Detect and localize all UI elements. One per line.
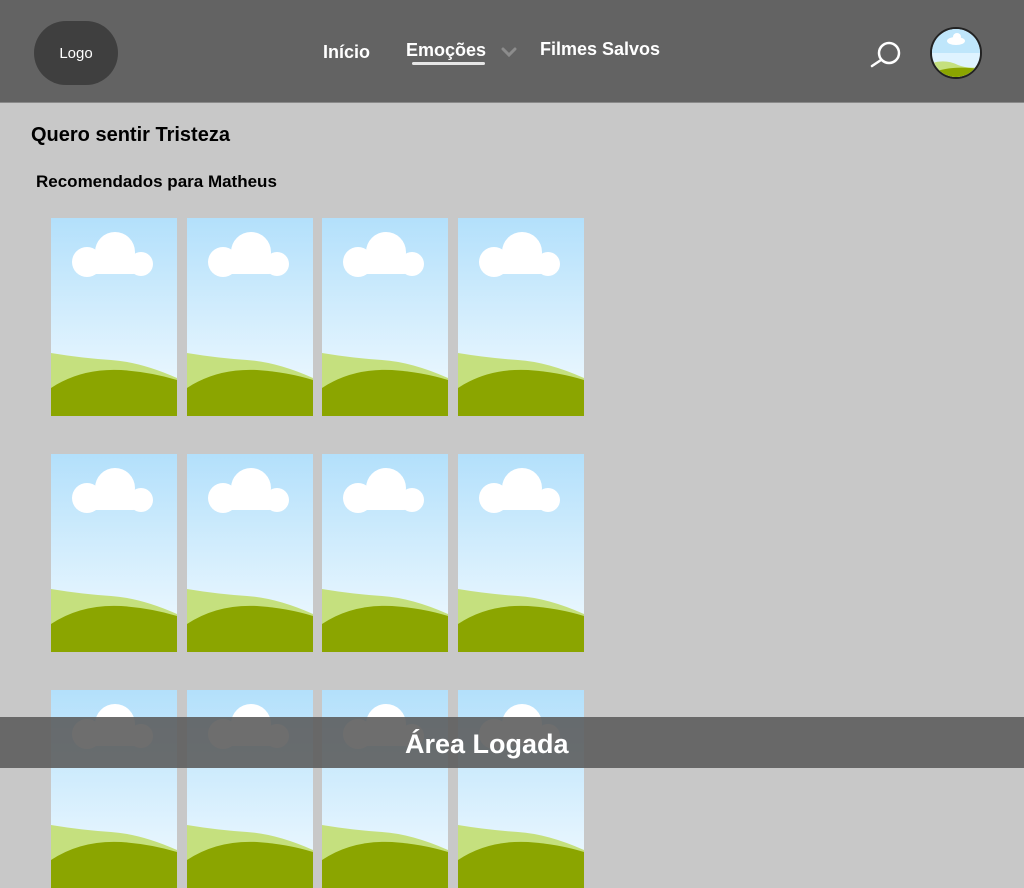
image-placeholder-icon xyxy=(51,218,177,416)
image-placeholder-icon xyxy=(51,454,177,652)
image-placeholder-icon xyxy=(187,454,313,652)
footer-bar: Área Logada xyxy=(0,717,1024,768)
nav-item-emocoes[interactable]: Emoções xyxy=(406,40,486,61)
movie-poster[interactable] xyxy=(322,218,448,416)
movie-poster[interactable] xyxy=(458,454,584,652)
nav-item-filmes-salvos[interactable]: Filmes Salvos xyxy=(540,39,660,60)
top-navbar: Logo Início Emoções Filmes Salvos xyxy=(0,0,1024,103)
movie-poster[interactable] xyxy=(458,218,584,416)
image-placeholder-icon xyxy=(458,454,584,652)
active-nav-underline xyxy=(412,62,485,65)
page-title: Quero sentir Tristeza xyxy=(31,124,230,146)
logo[interactable]: Logo xyxy=(34,21,118,85)
footer-label: Área Logada xyxy=(405,729,569,759)
movie-poster[interactable] xyxy=(51,454,177,652)
avatar[interactable] xyxy=(930,27,982,79)
image-placeholder-icon xyxy=(322,454,448,652)
search-icon[interactable] xyxy=(869,38,905,75)
movie-poster[interactable] xyxy=(51,218,177,416)
image-placeholder-icon xyxy=(322,218,448,416)
image-placeholder-icon xyxy=(458,218,584,416)
section-title: Recomendados para Matheus xyxy=(36,172,277,191)
chevron-down-icon[interactable] xyxy=(501,45,517,63)
nav-item-inicio[interactable]: Início xyxy=(323,42,370,63)
movie-poster[interactable] xyxy=(322,454,448,652)
image-placeholder-icon xyxy=(187,218,313,416)
movie-poster[interactable] xyxy=(187,218,313,416)
movie-poster[interactable] xyxy=(187,454,313,652)
